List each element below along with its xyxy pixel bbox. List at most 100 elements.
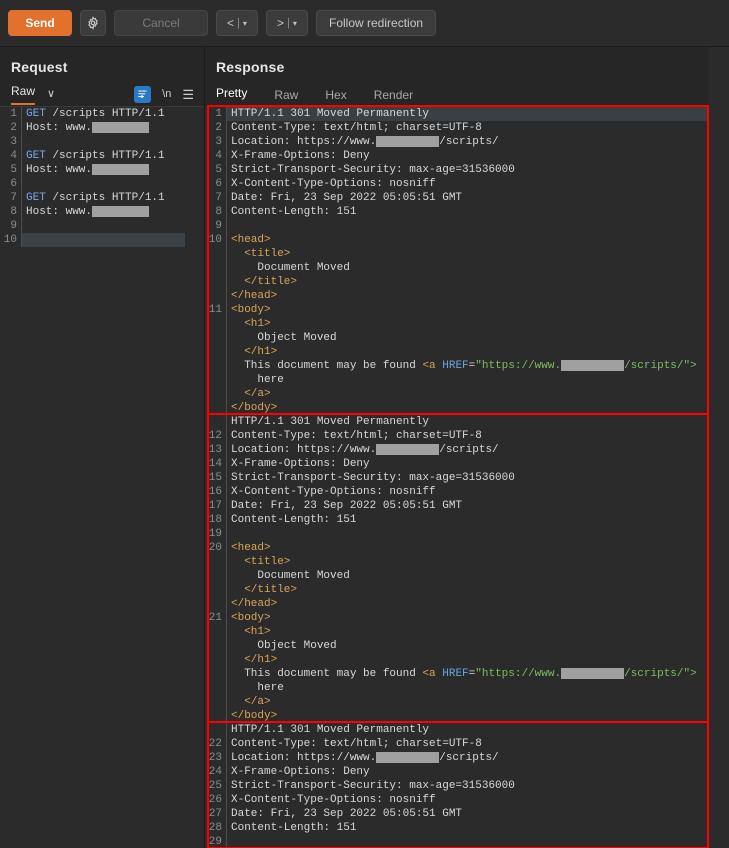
line-number: 13: [205, 443, 227, 457]
line-number: 15: [205, 471, 227, 485]
code-text: [22, 233, 185, 247]
code-line: Object Moved: [205, 331, 729, 345]
tab-raw[interactable]: Raw: [274, 88, 298, 107]
code-text: Host: www.: [22, 205, 204, 219]
code-text: This document may be found <a HREF="http…: [231, 360, 697, 372]
chevron-down-icon[interactable]: ▾: [243, 19, 247, 28]
line-number: 3: [0, 135, 22, 149]
code-line: 14 X-Frame-Options: Deny: [205, 457, 729, 471]
redacted-host: [561, 668, 625, 679]
cancel-button[interactable]: Cancel: [114, 10, 208, 36]
settings-button[interactable]: [80, 10, 106, 36]
code-line: 7 GET /scripts HTTP/1.1: [0, 191, 204, 205]
code-text: GET /scripts HTTP/1.1: [26, 192, 165, 204]
back-button[interactable]: < | ▾: [216, 10, 258, 36]
code-text: Host: www.: [22, 163, 204, 177]
line-number: 20: [205, 541, 227, 555]
code-text: </a>: [244, 388, 271, 400]
code-text: GET /scripts HTTP/1.1: [26, 150, 165, 162]
line-number: [205, 275, 227, 289]
line-number: 5: [0, 163, 22, 177]
tab-hex[interactable]: Hex: [325, 88, 346, 107]
code-text: </h1>: [244, 654, 278, 666]
line-number: [205, 373, 227, 387]
code-line: 3: [0, 135, 204, 149]
code-line: 7 Date: Fri, 23 Sep 2022 05:05:51 GMT: [205, 191, 729, 205]
code-line: 27 Date: Fri, 23 Sep 2022 05:05:51 GMT: [205, 807, 729, 821]
tab-raw-request[interactable]: Raw: [11, 84, 36, 105]
line-number: 6: [205, 177, 227, 191]
line-number: [205, 555, 227, 569]
code-text: here: [231, 374, 284, 386]
code-line: 4 X-Frame-Options: Deny: [205, 149, 729, 163]
response-block: 1 HTTP/1.1 301 Moved Permanently 2 Content-…: [205, 107, 729, 415]
code-line: 10 <head>: [205, 233, 729, 247]
code-line: 11 <body>: [205, 303, 729, 317]
request-panel: Request Raw ∨ \n ☰ 1 GET /scripts HTTP/1…: [0, 47, 205, 848]
line-number: 1: [205, 107, 227, 121]
line-number: 10: [205, 233, 227, 247]
nav-separator: |: [237, 17, 240, 29]
line-number: [205, 415, 227, 429]
response-scrollbar[interactable]: [709, 47, 729, 848]
code-line: HTTP/1.1 301 Moved Permanently: [205, 415, 729, 429]
code-line: 2 Host: www.: [0, 121, 204, 135]
send-button[interactable]: Send: [8, 10, 72, 36]
code-text: Strict-Transport-Security: max-age=31536…: [231, 164, 515, 176]
line-number: 9: [0, 219, 22, 233]
line-number: [205, 667, 227, 681]
line-number: 25: [205, 779, 227, 793]
line-number: [205, 289, 227, 303]
line-number: 9: [205, 219, 227, 233]
code-line: 19: [205, 527, 729, 541]
word-wrap-icon[interactable]: [134, 85, 152, 103]
chevron-down-icon[interactable]: ▾: [293, 19, 297, 28]
code-line: <title>: [205, 247, 729, 261]
code-text: </head>: [231, 290, 278, 302]
line-number: [205, 401, 227, 415]
code-text: X-Content-Type-Options: nosniff: [231, 794, 436, 806]
code-line: 13 Location: https://www. /scripts/: [205, 443, 729, 457]
line-number: 22: [205, 737, 227, 751]
follow-redirection-button[interactable]: Follow redirection: [316, 10, 437, 36]
code-text: Content-Type: text/html; charset=UTF-8: [231, 122, 482, 134]
line-number: [205, 247, 227, 261]
request-editor[interactable]: 1 GET /scripts HTTP/1.1 2 Host: www. 3 4 GET …: [0, 107, 204, 848]
line-number: [205, 695, 227, 709]
code-text: GET /scripts HTTP/1.1: [26, 108, 165, 120]
response-block: HTTP/1.1 301 Moved Permanently 22 Content-…: [205, 723, 729, 848]
line-number: [205, 723, 227, 737]
tab-render[interactable]: Render: [374, 88, 413, 107]
code-text: </head>: [231, 598, 278, 610]
line-number: 23: [205, 751, 227, 765]
code-text: here: [231, 682, 284, 694]
request-tabstrip: Raw ∨ \n ☰: [0, 81, 204, 107]
top-toolbar: Send Cancel < | ▾ > | ▾ Follow redirecti…: [0, 0, 729, 47]
line-number: 10: [0, 233, 22, 247]
line-number: 3: [205, 135, 227, 149]
response-editor[interactable]: 1 HTTP/1.1 301 Moved Permanently 2 Content-…: [205, 107, 729, 848]
forward-button[interactable]: > | ▾: [266, 10, 308, 36]
menu-icon[interactable]: ☰: [182, 88, 194, 101]
line-number: 21: [205, 611, 227, 625]
line-number: 7: [0, 191, 22, 205]
code-text: </title>: [244, 584, 298, 596]
code-text: Document Moved: [231, 570, 350, 582]
line-number: 4: [0, 149, 22, 163]
chevron-down-icon[interactable]: ∨: [47, 88, 55, 100]
code-line: 6 X-Content-Type-Options: nosniff: [205, 177, 729, 191]
newline-toggle[interactable]: \n: [162, 88, 171, 100]
code-text: Document Moved: [231, 262, 350, 274]
line-number: 8: [205, 205, 227, 219]
code-line: 16 X-Content-Type-Options: nosniff: [205, 485, 729, 499]
line-number: [205, 653, 227, 667]
tab-pretty[interactable]: Pretty: [216, 86, 248, 107]
code-line: 17 Date: Fri, 23 Sep 2022 05:05:51 GMT: [205, 499, 729, 513]
nav-separator: |: [287, 17, 290, 29]
line-number: 18: [205, 513, 227, 527]
